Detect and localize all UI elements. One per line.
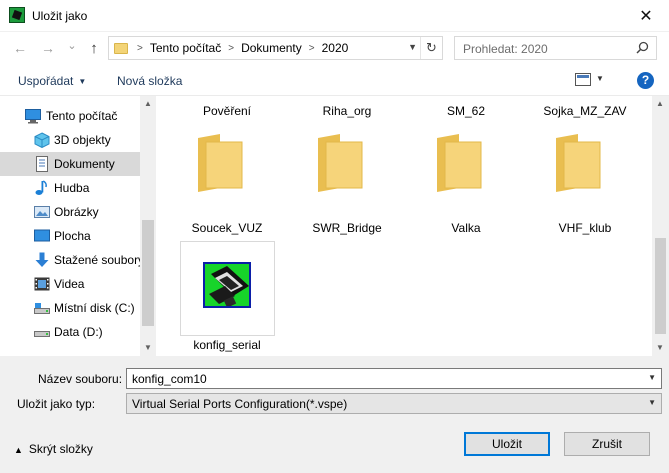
sidebar-scrollbar[interactable]: ▲ ▼ [140,96,156,356]
file-label[interactable]: konfig_serial [172,338,282,352]
folder-icon[interactable] [433,134,485,192]
navigation-pane: Tento počítač 3D objekty Dokumenty Hudba… [0,96,156,356]
desktop-icon [34,229,50,242]
folder-label[interactable]: VHF_klub [530,221,640,235]
chevron-right-icon: > [137,42,143,54]
3d-objects-icon [34,132,50,148]
filetype-value: Virtual Serial Ports Configuration(*.vsp… [132,397,348,411]
computer-icon [25,109,41,124]
sidebar-item-documents[interactable]: Dokumenty [0,152,140,176]
search-box[interactable]: Prohledat: 2020 [454,36,657,60]
new-folder-button[interactable]: Nová složka [117,74,182,88]
chevron-right-icon[interactable]: > [228,43,234,54]
save-form: Název souboru: konfig_com10 ▼ Uložit jak… [0,356,669,473]
filename-field[interactable]: konfig_com10 ▼ [126,368,662,389]
cancel-button[interactable]: Zrušit [564,432,650,456]
sidebar-item-label: 3D objekty [54,133,111,147]
save-button[interactable]: Uložit [464,432,550,456]
sidebar-item-label: Plocha [54,229,91,243]
address-bar[interactable]: > Tento počítač > Dokumenty > 2020 ▼ ↻ [108,36,443,60]
sidebar-item-label: Místní disk (C:) [54,301,135,315]
music-icon [35,180,47,195]
chevron-down-icon[interactable]: ▼ [408,42,417,52]
filetype-label: Uložit jako typ: [17,397,96,411]
breadcrumb-2020[interactable]: 2020 [322,41,349,55]
folder-icon[interactable] [194,134,246,192]
app-icon [9,7,25,23]
videos-icon [34,277,50,291]
scrollbar-thumb[interactable] [655,238,666,334]
up-button[interactable]: ↑ [84,38,104,58]
folder-icon [114,42,128,54]
breadcrumb-documents[interactable]: Dokumenty [241,41,302,55]
sidebar-item-label: Stažené soubory [54,253,145,267]
sidebar-item-downloads[interactable]: Stažené soubory [0,248,144,272]
organize-button[interactable]: Uspořádat ▼ [18,74,86,88]
sidebar-item-local-disk-c[interactable]: Místní disk (C:) [0,296,140,320]
hide-folders-button[interactable]: ▲ Skrýt složky [14,442,93,456]
sidebar-item-label: Videa [54,277,85,291]
sidebar-item-label: Dokumenty [54,157,115,171]
navigation-bar: ← → ⌄ ↑ > Tento počítač > Dokumenty > 20… [0,32,669,64]
chevron-down-icon[interactable]: ▼ [648,373,656,382]
search-icon [636,41,649,54]
file-list: Pověření Riha_org SM_62 Sojka_MZ_ZAV Sou… [156,96,669,356]
sidebar-item-data-d[interactable]: Data (D:) [0,320,140,344]
data-disk-icon [34,331,50,337]
sidebar-item-label: Data (D:) [54,325,103,339]
filetype-select[interactable]: Virtual Serial Ports Configuration(*.vsp… [126,393,662,414]
sidebar-item-desktop[interactable]: Plocha [0,224,140,248]
folder-label[interactable]: SWR_Bridge [292,221,402,235]
chevron-down-icon[interactable]: ▼ [652,340,668,356]
sidebar-item-label: Obrázky [54,205,99,219]
chevron-right-icon[interactable]: > [309,43,315,54]
back-button[interactable]: ← [10,38,30,58]
organize-label: Uspořádat [18,74,74,88]
chevron-down-icon[interactable]: ▼ [140,340,156,356]
folder-icon[interactable] [552,134,604,192]
folder-label[interactable]: Soucek_VUZ [172,221,282,235]
search-input[interactable]: Prohledat: 2020 [463,42,548,56]
help-icon[interactable]: ? [637,72,654,89]
forward-button[interactable]: → [38,38,58,58]
view-options-icon[interactable] [575,73,591,86]
recent-locations-button[interactable]: ⌄ [62,35,82,55]
sidebar-item-music[interactable]: Hudba [0,176,140,200]
title-bar: Uložit jako ✕ [0,0,669,32]
window-title: Uložit jako [32,9,88,23]
folder-label[interactable]: Riha_org [292,104,402,118]
breadcrumb-this-pc[interactable]: Tento počítač [150,41,221,55]
chevron-down-icon[interactable]: ▼ [596,74,604,83]
documents-icon [36,156,48,172]
downloads-icon [35,252,49,267]
sidebar-item-pictures[interactable]: Obrázky [0,200,140,224]
refresh-icon[interactable]: ↻ [420,37,442,59]
sidebar-item-3d-objects[interactable]: 3D objekty [0,128,140,152]
file-list-scrollbar[interactable]: ▲ ▼ [652,96,669,356]
chevron-up-icon[interactable]: ▲ [140,96,156,112]
scrollbar-thumb[interactable] [142,220,154,326]
chevron-down-icon[interactable]: ▼ [648,398,656,407]
chevron-down-icon: ▼ [78,77,87,86]
vspe-config-icon [203,262,251,308]
folder-label[interactable]: Sojka_MZ_ZAV [530,104,640,118]
file-item[interactable] [180,241,275,336]
close-button[interactable]: ✕ [623,0,669,31]
sidebar-item-label: Hudba [54,181,90,195]
folder-label[interactable]: SM_62 [411,104,521,118]
sidebar-item-videos[interactable]: Videa [0,272,140,296]
filename-value[interactable]: konfig_com10 [132,372,207,386]
chevron-up-icon: ▲ [14,445,23,455]
folder-label[interactable]: Valka [411,221,521,235]
hide-folders-label: Skrýt složky [28,442,93,456]
filename-label: Název souboru: [38,372,123,386]
folder-icon[interactable] [314,134,366,192]
sidebar-item-this-pc[interactable]: Tento počítač [0,104,140,128]
pictures-icon [34,206,50,218]
sidebar-item-label: Tento počítač [46,109,118,123]
folder-label[interactable]: Pověření [172,104,282,118]
chevron-up-icon[interactable]: ▲ [652,96,668,112]
local-disk-icon [34,303,50,314]
command-bar: Uspořádat ▼ Nová složka ▼ ? [0,64,669,96]
